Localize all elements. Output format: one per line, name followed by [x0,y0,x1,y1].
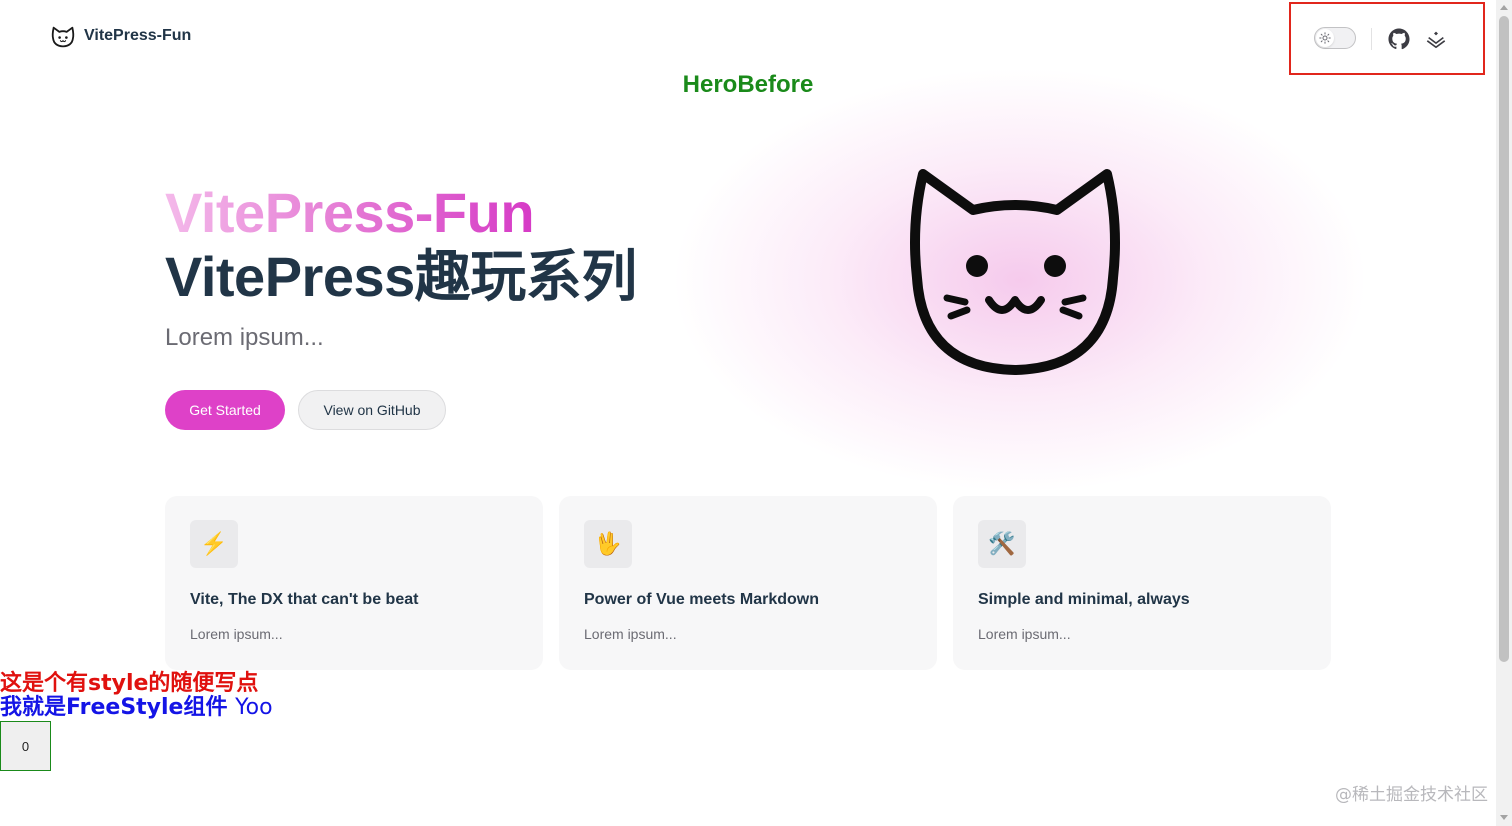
free-style-text: 我就是FreeStyle组件 Yoo [0,694,273,722]
hero-text: VitePress趣玩系列 [165,245,637,308]
view-on-github-button[interactable]: View on GitHub [298,390,446,430]
vertical-scrollbar[interactable] [1496,0,1512,826]
feature-details: Lorem ipsum... [584,626,677,642]
nav-actions-highlight [1289,2,1485,75]
cat-face-icon [51,26,75,48]
github-link[interactable] [1388,28,1410,50]
brand-link[interactable]: VitePress-Fun [50,23,191,49]
scroll-thumb[interactable] [1499,16,1509,662]
hero-name: VitePress-Fun [165,181,535,244]
feature-title: Vite, The DX that can't be beat [190,591,419,608]
github-icon [1388,28,1410,50]
free-style-suffix: Yoo [235,695,273,720]
lightning-icon: ⚡️ [190,520,238,568]
watermark: @稀土掘金技术社区 [1335,785,1488,805]
juejin-link[interactable] [1425,28,1447,50]
hero-tagline: Lorem ipsum... [165,324,324,351]
feature-card: ⚡️ Vite, The DX that can't be beat Lorem… [165,496,543,670]
scroll-up-arrow-icon[interactable] [1500,5,1508,10]
cat-face-icon [910,169,1120,375]
theme-switch[interactable] [1314,27,1356,49]
hero-before-slot: HeroBefore [682,71,814,98]
free-style-label: 我就是FreeStyle组件 [0,695,228,720]
vulcan-salute-icon: 🖖 [584,520,632,568]
feature-title: Simple and minimal, always [978,591,1190,608]
feature-details: Lorem ipsum... [978,626,1071,642]
feature-card: 🖖 Power of Vue meets Markdown Lorem ipsu… [559,496,937,670]
nav-divider [1371,28,1372,50]
scroll-down-arrow-icon[interactable] [1500,815,1508,820]
juejin-icon [1426,31,1446,49]
top-nav: VitePress-Fun [0,0,1496,75]
get-started-button[interactable]: Get Started [165,390,285,430]
tools-icon: 🛠️ [978,520,1026,568]
feature-card: 🛠️ Simple and minimal, always Lorem ipsu… [953,496,1331,670]
brand-title: VitePress-Fun [84,27,192,44]
feature-details: Lorem ipsum... [190,626,283,642]
feature-title: Power of Vue meets Markdown [584,591,820,608]
page: VitePress-Fun HeroBefore VitePress-Fun V… [0,0,1496,826]
theme-switch-knob [1316,29,1334,47]
sun-icon [1319,32,1331,44]
counter-button[interactable]: 0 [0,721,51,771]
